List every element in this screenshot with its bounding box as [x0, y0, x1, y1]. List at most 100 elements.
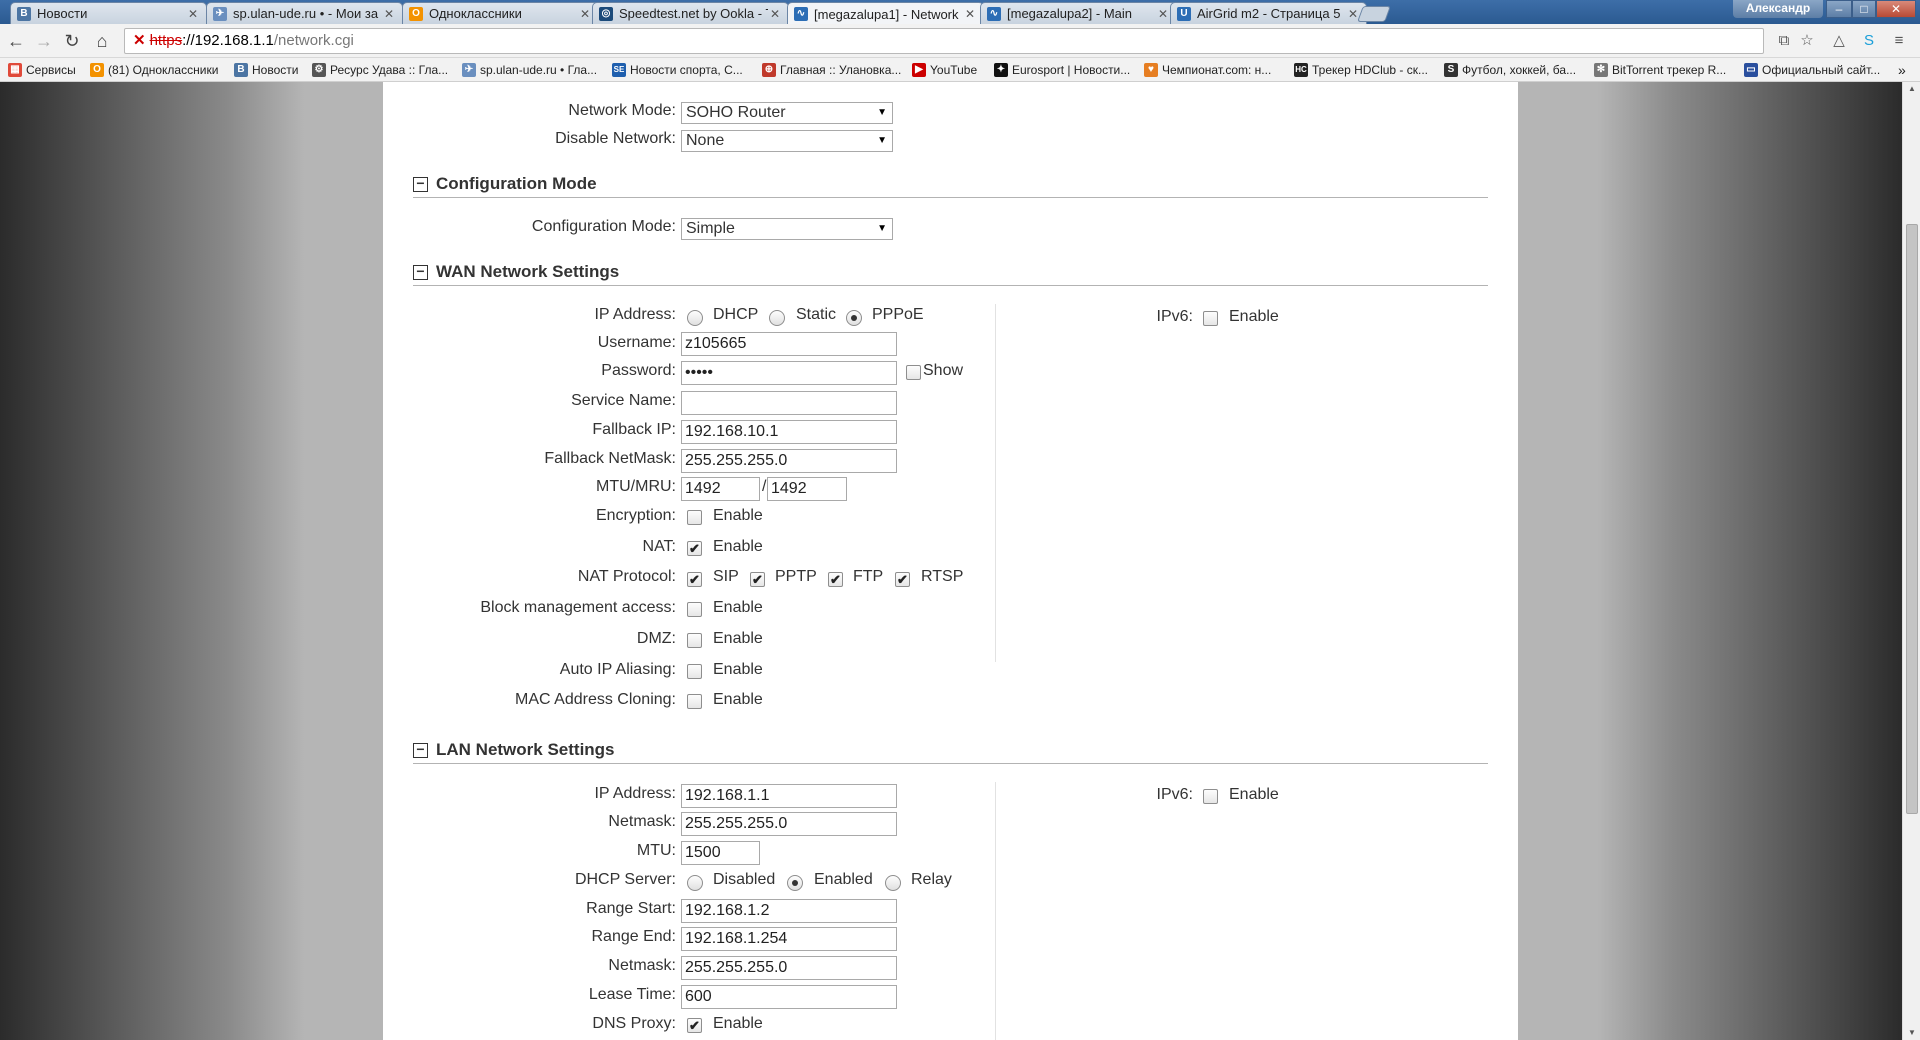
bookmark-eurosport[interactable]: ✦ Eurosport | Новости...: [994, 62, 1130, 78]
lan-netmask-input[interactable]: 255.255.255.0: [681, 812, 897, 836]
tab-megazalupa2-main[interactable]: ∿ [megazalupa2] - Main ✕: [980, 2, 1177, 24]
dhcp-netmask-input[interactable]: 255.255.255.0: [681, 956, 897, 980]
menu-icon[interactable]: ≡: [1890, 32, 1908, 50]
tab-megazalupa1-network[interactable]: ∿ [megazalupa1] - Network ✕: [787, 2, 984, 25]
scroll-up-icon[interactable]: ▲: [1903, 82, 1920, 96]
block-management-checkbox[interactable]: [687, 602, 702, 617]
back-icon[interactable]: ←: [6, 31, 26, 51]
close-icon[interactable]: ✕: [963, 7, 977, 21]
address-bar[interactable]: ✕ https://192.168.1.1/network.cgi: [124, 28, 1764, 54]
encryption-checkbox[interactable]: [687, 510, 702, 525]
apps-icon: ▦: [8, 63, 22, 77]
password-input[interactable]: •••••: [681, 361, 897, 385]
minimize-button[interactable]: –: [1826, 0, 1852, 18]
auto-ip-aliasing-checkbox[interactable]: [687, 664, 702, 679]
show-password-checkbox[interactable]: [906, 365, 921, 380]
ok-icon: О: [409, 6, 423, 21]
wan-ipv6-checkbox[interactable]: [1203, 311, 1218, 326]
enable-label: Enable: [713, 1015, 763, 1032]
network-mode-select[interactable]: SOHO Router ▼: [681, 102, 893, 124]
nat-rtsp-checkbox[interactable]: ✔: [895, 572, 910, 587]
dhcp-relay-radio[interactable]: [885, 875, 901, 891]
disable-network-select[interactable]: None ▼: [681, 130, 893, 152]
vk-icon: B: [17, 6, 31, 21]
close-icon[interactable]: ✕: [382, 7, 396, 21]
skype-icon[interactable]: S: [1860, 32, 1878, 50]
scroll-down-icon[interactable]: ▼: [1903, 1026, 1920, 1040]
wan-mtu-input[interactable]: 1492: [681, 477, 760, 501]
close-icon[interactable]: ✕: [768, 7, 782, 21]
enable-label: Enable: [713, 599, 763, 616]
bookmark-football[interactable]: S Футбол, хоккей, ба...: [1444, 62, 1576, 78]
home-icon[interactable]: ⌂: [92, 31, 112, 51]
wan-static-radio[interactable]: [769, 310, 785, 326]
fallback-netmask-input[interactable]: 255.255.255.0: [681, 449, 897, 473]
bookmark-championat[interactable]: ♥ Чемпионат.com: н...: [1144, 62, 1271, 78]
collapse-icon[interactable]: −: [413, 264, 428, 280]
dns-proxy-checkbox[interactable]: ✔: [687, 1018, 702, 1033]
new-tab-button[interactable]: [1357, 6, 1391, 22]
mac-cloning-checkbox[interactable]: [687, 694, 702, 709]
username-input[interactable]: z105665: [681, 332, 897, 356]
dmz-checkbox[interactable]: [687, 633, 702, 648]
eurosport-icon: ✦: [994, 63, 1008, 77]
bookmark-sp-ulan-ude[interactable]: ✈ sp.ulan-ude.ru • Гла...: [462, 62, 597, 78]
bookmark-youtube[interactable]: ▶ YouTube: [912, 62, 977, 78]
forward-icon[interactable]: →: [34, 31, 54, 51]
dhcp-relay-label: Relay: [911, 871, 952, 888]
nat-pptp-checkbox[interactable]: ✔: [750, 572, 765, 587]
section-title: Configuration Mode: [436, 174, 597, 193]
close-window-button[interactable]: ✕: [1876, 0, 1916, 18]
bookmark-ulanovka[interactable]: ⊕ Главная :: Улановка...: [762, 62, 901, 78]
nat-ftp-checkbox[interactable]: ✔: [828, 572, 843, 587]
lease-time-input[interactable]: 600: [681, 985, 897, 1009]
collapse-icon[interactable]: −: [413, 742, 428, 758]
tab-odnoklassniki[interactable]: О Одноклассники ✕: [402, 2, 599, 24]
lan-ipv6-checkbox[interactable]: [1203, 789, 1218, 804]
tab-sp-ulan-ude[interactable]: ✈ sp.ulan-ude.ru • - Мои за ✕: [206, 2, 403, 24]
tab-novosti[interactable]: B Новости ✕: [10, 2, 207, 24]
page-scrollbar[interactable]: ▲ ▼: [1902, 82, 1920, 1040]
reload-icon[interactable]: ↻: [62, 31, 82, 51]
nat-sip-checkbox[interactable]: ✔: [687, 572, 702, 587]
extension-icon[interactable]: △: [1830, 32, 1848, 50]
config-mode-select[interactable]: Simple ▼: [681, 218, 893, 240]
range-start-input[interactable]: 192.168.1.2: [681, 899, 897, 923]
profile-name[interactable]: Александр: [1733, 0, 1823, 18]
dhcp-enabled-radio[interactable]: [787, 875, 803, 891]
bookmark-resurs-udava[interactable]: ⚙ Ресурс Удава :: Гла...: [312, 62, 448, 78]
bookmark-odnoklassniki[interactable]: О (81) Одноклассники: [90, 62, 218, 78]
dhcp-disabled-radio[interactable]: [687, 875, 703, 891]
bookmark-services[interactable]: ▦ Сервисы: [8, 62, 76, 78]
tab-airgrid[interactable]: U AirGrid m2 - Страница 5 ✕: [1170, 2, 1367, 24]
column-divider: [995, 304, 996, 662]
close-icon[interactable]: ✕: [186, 7, 200, 21]
service-name-input[interactable]: [681, 391, 897, 415]
wan-mru-input[interactable]: 1492: [767, 477, 847, 501]
maximize-button[interactable]: □: [1852, 0, 1876, 18]
translate-icon[interactable]: ⧉: [1775, 32, 1793, 50]
bookmark-official[interactable]: ▭ Официальный сайт...: [1744, 62, 1894, 78]
lan-mtu-input[interactable]: 1500: [681, 841, 760, 865]
range-end-input[interactable]: 192.168.1.254: [681, 927, 897, 951]
wan-dhcp-radio[interactable]: [687, 310, 703, 326]
dns-proxy-label: DNS Proxy:: [592, 1015, 676, 1032]
star-icon[interactable]: ☆: [1798, 32, 1816, 50]
bookmark-sport-news[interactable]: SE Новости спорта, С...: [612, 62, 743, 78]
tab-speedtest[interactable]: ◎ Speedtest.net by Ookla - T ✕: [592, 2, 789, 24]
vk-icon: B: [234, 63, 248, 77]
bookmark-novosti[interactable]: B Новости: [234, 62, 298, 78]
scrollbar-thumb[interactable]: [1906, 224, 1918, 814]
bookmark-label: Футбол, хоккей, ба...: [1462, 63, 1577, 77]
nat-checkbox[interactable]: ✔: [687, 541, 702, 556]
tab-title: [megazalupa1] - Network: [814, 6, 959, 22]
more-bookmarks-icon[interactable]: »: [1898, 62, 1906, 78]
collapse-icon[interactable]: −: [413, 176, 428, 192]
bookmark-bittorrent[interactable]: ✻ BitTorrent трекер R...: [1594, 62, 1726, 78]
close-icon[interactable]: ✕: [1156, 7, 1170, 21]
fallback-ip-input[interactable]: 192.168.10.1: [681, 420, 897, 444]
close-icon[interactable]: ✕: [578, 7, 592, 21]
bookmark-hdclub[interactable]: HC Трекер HDClub - ск...: [1294, 62, 1428, 78]
wan-pppoe-radio[interactable]: [846, 310, 862, 326]
lan-ip-address-input[interactable]: 192.168.1.1: [681, 784, 897, 808]
